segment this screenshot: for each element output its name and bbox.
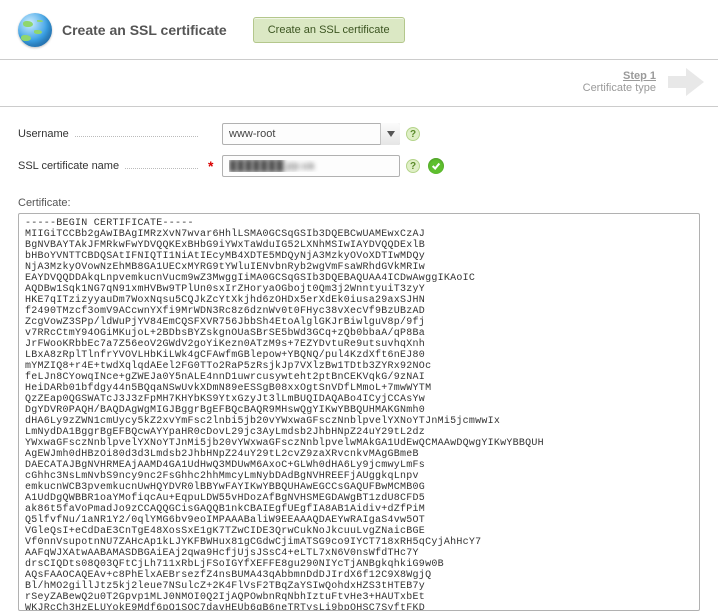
certname-label: SSL certificate name [18, 160, 208, 172]
chevron-down-icon[interactable] [380, 123, 400, 145]
username-label: Username [18, 128, 208, 140]
username-value[interactable]: www-root [222, 123, 400, 145]
certname-row: SSL certificate name * ? [18, 153, 702, 179]
username-row: Username www-root ? [18, 121, 702, 147]
top-bar: Create an SSL certificate Create an SSL … [0, 0, 718, 60]
step-bar: Step 1 Certificate type [0, 60, 718, 107]
create-ssl-certificate-button[interactable]: Create an SSL certificate [253, 17, 405, 43]
validation-check-icon [428, 158, 444, 174]
certificate-section: Certificate: -----BEGIN CERTIFICATE-----… [0, 191, 718, 611]
step-text: Step 1 Certificate type [583, 70, 656, 94]
help-icon[interactable]: ? [406, 127, 420, 141]
form-area: Username www-root ? SSL certificate name… [0, 107, 718, 191]
help-icon[interactable]: ? [406, 159, 420, 173]
step-subtitle-label: Certificate type [583, 82, 656, 94]
page-title: Create an SSL certificate [62, 22, 227, 38]
certname-input[interactable] [222, 155, 400, 177]
next-arrow-icon[interactable] [668, 68, 704, 96]
certificate-textarea[interactable]: -----BEGIN CERTIFICATE----- MIIGiTCCBb2g… [18, 213, 700, 611]
globe-icon [18, 13, 52, 47]
certificate-label: Certificate: [18, 197, 702, 209]
step-number-label: Step 1 [583, 70, 656, 82]
username-select[interactable]: www-root [222, 123, 400, 145]
required-star-icon: * [208, 158, 216, 174]
